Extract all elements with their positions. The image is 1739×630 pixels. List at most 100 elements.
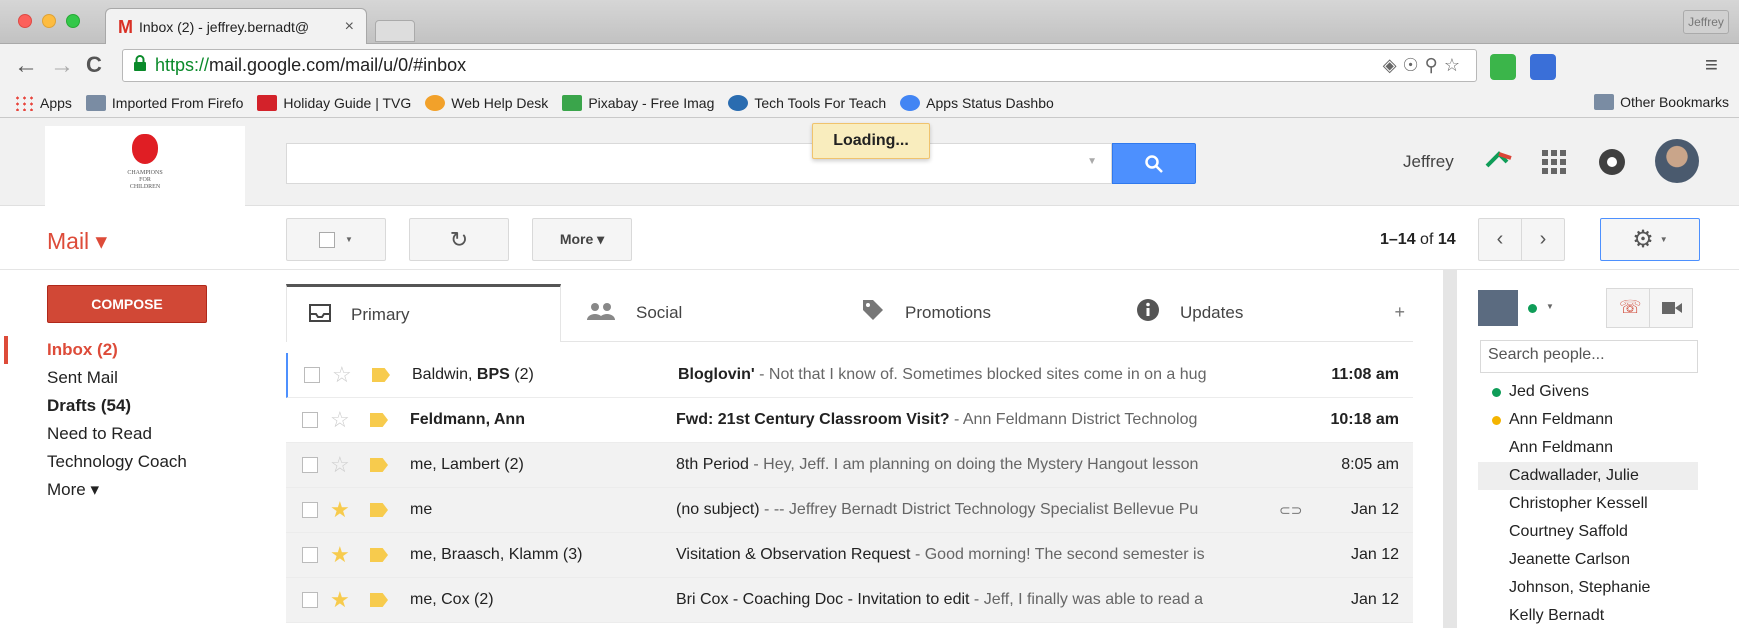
contact-item[interactable]: Ann Feldmann xyxy=(1478,406,1698,434)
my-avatar[interactable] xyxy=(1478,290,1518,326)
settings-button[interactable]: ⚙ ▼ xyxy=(1600,218,1700,261)
close-window-button[interactable] xyxy=(18,14,32,28)
search-options-icon[interactable]: ▼ xyxy=(1087,156,1097,167)
maximize-window-button[interactable] xyxy=(66,14,80,28)
account-avatar[interactable] xyxy=(1655,139,1699,183)
tab-primary[interactable]: Primary xyxy=(286,284,561,342)
nav-item-technology-coach[interactable]: Technology Coach xyxy=(0,448,280,476)
back-icon[interactable]: ← xyxy=(14,52,38,80)
contact-item[interactable]: Jeanette Carlson xyxy=(1478,546,1698,574)
email-row[interactable]: ★ me, Braasch, Klamm (3) Visitation & Ob… xyxy=(286,533,1413,578)
email-row[interactable]: ☆ Baldwin, BPS (2) Bloglovin' - Not that… xyxy=(286,353,1413,398)
contact-item[interactable]: Ann Feldmann xyxy=(1478,434,1698,462)
contact-item[interactable]: Cadwallader, Julie xyxy=(1478,462,1698,490)
email-checkbox[interactable] xyxy=(302,592,318,608)
next-page-button[interactable]: › xyxy=(1521,218,1565,261)
bookmark-item[interactable]: Holiday Guide | TVG xyxy=(257,94,411,111)
hangouts-icon[interactable] xyxy=(1485,144,1519,174)
bookmark-item[interactable]: Web Help Desk xyxy=(425,94,548,111)
email-checkbox[interactable] xyxy=(302,547,318,563)
email-sender: Feldmann, Ann xyxy=(410,411,525,428)
contact-item[interactable]: Christopher Kessell xyxy=(1478,490,1698,518)
call-button[interactable]: ☏ xyxy=(1606,288,1650,328)
tab-updates[interactable]: Updates xyxy=(1136,284,1406,342)
extension-icon[interactable] xyxy=(1490,54,1516,80)
nav-item-sent[interactable]: Sent Mail xyxy=(0,364,280,392)
apps-launcher-icon[interactable] xyxy=(1542,150,1566,174)
important-marker-icon[interactable] xyxy=(370,593,388,607)
other-bookmarks[interactable]: Other Bookmarks xyxy=(1594,94,1729,110)
bookmark-item[interactable]: Apps Status Dashbo xyxy=(900,94,1054,111)
contact-item[interactable]: Courtney Saffold xyxy=(1478,518,1698,546)
tab-social[interactable]: Social xyxy=(586,284,856,342)
contact-item[interactable]: Jed Givens xyxy=(1478,378,1698,406)
org-logo[interactable]: CHAMPIONS FOR CHILDREN xyxy=(45,126,245,206)
add-tab-icon[interactable]: + xyxy=(1394,302,1405,323)
browser-tab-inbox[interactable]: M Inbox (2) - jeffrey.bernadt@ × xyxy=(105,8,367,45)
prev-page-button[interactable]: ‹ xyxy=(1478,218,1522,261)
email-snippet: - Hey, Jeff. I am planning on doing the … xyxy=(748,456,1199,473)
video-call-button[interactable] xyxy=(1649,288,1693,328)
tab-promotions[interactable]: Promotions xyxy=(861,284,1131,342)
star-icon[interactable]: ☆ xyxy=(332,364,352,386)
email-subject-snippet: (no subject) - -- Jeffrey Bernadt Distri… xyxy=(676,501,1271,519)
close-tab-icon[interactable]: × xyxy=(345,18,354,36)
extension-icon[interactable] xyxy=(1530,54,1556,80)
star-icon[interactable]: ☆ xyxy=(330,409,350,431)
important-marker-icon[interactable] xyxy=(370,548,388,562)
search-people-input[interactable]: Search people... xyxy=(1480,340,1698,373)
chevron-down-icon[interactable]: ▼ xyxy=(1546,302,1554,311)
email-checkbox[interactable] xyxy=(302,412,318,428)
loading-indicator: Loading... xyxy=(812,123,930,159)
email-row[interactable]: ☆ me, Lambert (2) 8th Period - Hey, Jeff… xyxy=(286,443,1413,488)
important-marker-icon[interactable] xyxy=(370,458,388,472)
address-bar[interactable]: https:// mail.google.com/mail/u/0/#inbox… xyxy=(122,49,1477,82)
refresh-button[interactable]: ↻ xyxy=(409,218,509,261)
select-checkbox-button[interactable]: ▼ xyxy=(286,218,386,261)
important-marker-icon[interactable] xyxy=(370,413,388,427)
email-subject: 8th Period xyxy=(676,456,749,473)
chat-divider[interactable] xyxy=(1443,270,1457,628)
pager-total: 14 xyxy=(1437,231,1456,248)
new-tab-button[interactable] xyxy=(375,20,415,42)
email-row[interactable]: ☆ Feldmann, Ann Fwd: 21st Century Classr… xyxy=(286,398,1413,443)
nav-item-inbox[interactable]: Inbox (2) xyxy=(0,336,280,364)
email-checkbox[interactable] xyxy=(302,502,318,518)
bookmark-item[interactable]: Tech Tools For Teach xyxy=(728,94,886,111)
bookmark-label: Apps xyxy=(40,94,72,111)
mail-switcher[interactable]: Mail ▾ xyxy=(47,228,107,255)
email-subject: (no subject) xyxy=(676,501,760,518)
star-icon[interactable]: ★ xyxy=(330,499,350,521)
email-checkbox[interactable] xyxy=(302,457,318,473)
menu-icon[interactable]: ≡ xyxy=(1705,52,1718,78)
star-icon[interactable]: ☆ xyxy=(330,454,350,476)
tab-label: Updates xyxy=(1180,303,1244,322)
nav-item-need-to-read[interactable]: Need to Read xyxy=(0,420,280,448)
email-row[interactable]: ★ me (no subject) - -- Jeffrey Bernadt D… xyxy=(286,488,1413,533)
email-row[interactable]: ★ me, Cox (2) Bri Cox - Coaching Doc - I… xyxy=(286,578,1413,623)
bookmark-item[interactable]: Imported From Firefo xyxy=(85,94,243,111)
bookmark-item[interactable]: Apps xyxy=(14,94,72,111)
user-name[interactable]: Jeffrey xyxy=(1403,152,1454,172)
contact-item[interactable]: Johnson, Stephanie xyxy=(1478,574,1698,602)
star-icon[interactable]: ★ xyxy=(330,544,350,566)
search-button[interactable] xyxy=(1112,143,1196,184)
forward-icon[interactable]: → xyxy=(50,52,74,80)
bookmark-item[interactable]: Pixabay - Free Imag xyxy=(562,94,714,111)
important-marker-icon[interactable] xyxy=(370,503,388,517)
profile-button[interactable]: Jeffrey xyxy=(1683,10,1729,34)
reload-icon[interactable]: C xyxy=(86,52,102,78)
notifications-icon[interactable] xyxy=(1598,148,1626,176)
browser-toolbar: ← → C https:// mail.google.com/mail/u/0/… xyxy=(0,44,1739,88)
compose-button[interactable]: COMPOSE xyxy=(47,285,207,323)
important-marker-icon[interactable] xyxy=(372,368,390,382)
search-input[interactable]: ▼ xyxy=(286,143,1112,184)
nav-item-drafts[interactable]: Drafts (54) xyxy=(0,392,280,420)
minimize-window-button[interactable] xyxy=(42,14,56,28)
email-checkbox[interactable] xyxy=(304,367,320,383)
chevron-down-icon: ▼ xyxy=(345,235,353,244)
contact-item[interactable]: Kelly Bernadt xyxy=(1478,602,1698,630)
nav-item-more[interactable]: More ▾ xyxy=(0,476,280,504)
more-actions-button[interactable]: More ▾ xyxy=(532,218,632,261)
star-icon[interactable]: ★ xyxy=(330,589,350,611)
